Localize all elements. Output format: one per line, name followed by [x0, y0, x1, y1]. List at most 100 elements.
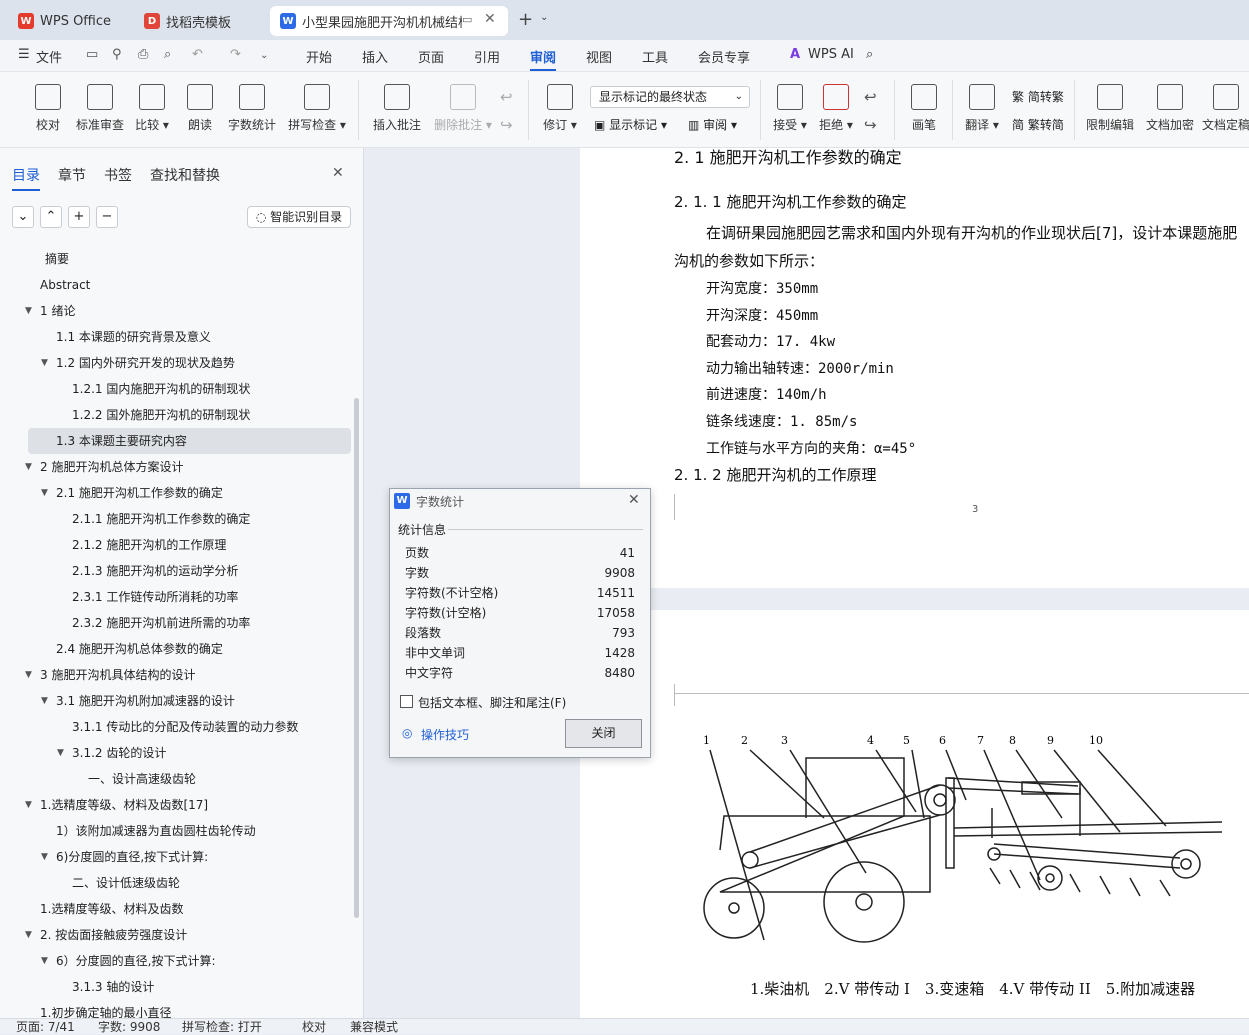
previous-comment-icon[interactable]: ↩	[500, 88, 513, 106]
delete-comment-button[interactable]: 删除批注 ▾	[432, 80, 494, 140]
toc-item[interactable]: Abstract	[0, 272, 352, 298]
track-changes-button[interactable]: 修订 ▾	[540, 80, 580, 140]
menu-insert[interactable]: 插入	[362, 47, 388, 66]
finalize-button[interactable]: 文档定稿	[1202, 80, 1249, 140]
toc-item[interactable]: 1.2.1 国内施肥开沟机的研制现状	[0, 376, 352, 402]
compare-button[interactable]: 比较 ▾	[132, 80, 172, 140]
expand-arrow-icon[interactable]: ▼	[41, 350, 48, 376]
toc-item[interactable]: 1.1 本课题的研究背景及意义	[0, 324, 352, 350]
monitor-icon[interactable]: ▭	[462, 13, 472, 26]
expand-arrow-icon[interactable]: ▼	[25, 298, 32, 324]
share-icon[interactable]: ⚲	[112, 47, 122, 62]
expand-arrow-icon[interactable]: ▼	[25, 922, 32, 948]
read-aloud-button[interactable]: 朗读	[180, 80, 220, 140]
toc-item[interactable]: 2.4 施肥开沟机总体参数的确定	[0, 636, 352, 662]
menu-view[interactable]: 视图	[586, 47, 612, 66]
toc-item[interactable]: ▼ 3.1 施肥开沟机附加减速器的设计	[0, 688, 352, 714]
print-icon[interactable]: ⎙	[138, 47, 148, 62]
menu-wps-ai[interactable]: WPS AI	[808, 47, 854, 62]
collapse-button[interactable]: ⌄	[12, 206, 34, 228]
toc-item[interactable]: 1）该附加减速器为直齿圆柱齿轮传动	[0, 818, 352, 844]
toc-item[interactable]: 2.1.2 施肥开沟机的工作原理	[0, 532, 352, 558]
toc-item[interactable]: ▼ 6）分度圆的直径,按下式计算:	[0, 948, 352, 974]
menu-references[interactable]: 引用	[474, 47, 500, 66]
tab-wps-office[interactable]: W WPS Office	[8, 6, 128, 36]
expand-arrow-icon[interactable]: ▼	[41, 948, 48, 974]
tips-link[interactable]: 操作技巧	[421, 726, 469, 743]
more-chevron-icon[interactable]: ⌄	[260, 50, 268, 61]
simp-to-trad-button[interactable]: 繁 简转繁	[1012, 88, 1064, 105]
search-icon[interactable]: ⌕	[866, 47, 873, 62]
redo-icon[interactable]: ↷	[230, 47, 241, 62]
translate-button[interactable]: 翻译 ▾	[962, 80, 1002, 140]
chevron-down-icon[interactable]: ⌄	[540, 12, 548, 23]
markup-mode-select[interactable]: 显示标记的最终状态 ⌄	[590, 86, 750, 108]
undo-icon[interactable]: ↶	[192, 47, 203, 62]
word-count-button[interactable]: 字数统计	[226, 80, 278, 140]
proof-indicator[interactable]: 校对	[302, 1019, 326, 1035]
toc-item[interactable]: ▼ 1.2 国内外研究开发的现状及趋势	[0, 350, 352, 376]
previous-change-icon[interactable]: ↩	[864, 88, 877, 106]
word-count-indicator[interactable]: 字数: 9908	[98, 1019, 160, 1035]
toc-item[interactable]: ▼ 3.1.2 齿轮的设计	[0, 740, 352, 766]
close-button[interactable]: 关闭	[565, 719, 642, 748]
restrict-edit-button[interactable]: 限制编辑	[1082, 80, 1138, 140]
encrypt-button[interactable]: 文档加密	[1142, 80, 1198, 140]
page-indicator[interactable]: 页面: 7/41	[16, 1019, 75, 1035]
expand-arrow-icon[interactable]: ▼	[57, 740, 64, 766]
tab-document[interactable]: W 小型果园施肥开沟机机械结构 ▭ ✕	[270, 6, 508, 36]
expand-arrow-icon[interactable]: ▼	[41, 688, 48, 714]
expand-arrow-icon[interactable]: ▼	[41, 844, 48, 870]
expand-arrow-icon[interactable]: ▼	[41, 480, 48, 506]
show-markup-button[interactable]: ▣ 显示标记 ▾	[594, 116, 667, 133]
toc-item[interactable]: 摘要	[0, 246, 352, 272]
insert-comment-button[interactable]: 插入批注	[370, 80, 424, 140]
toc-item[interactable]: 1.3 本课题主要研究内容	[28, 428, 351, 454]
toc-item[interactable]: 1.选精度等级、材料及齿数	[0, 896, 352, 922]
accept-button[interactable]: 接受 ▾	[770, 80, 810, 140]
close-icon[interactable]: ✕	[484, 11, 496, 27]
nav-tab-bookmarks[interactable]: 书签	[104, 165, 132, 185]
next-comment-icon[interactable]: ↪	[500, 116, 513, 134]
remove-heading-button[interactable]: −	[96, 206, 118, 228]
toc-item[interactable]: 2.3.1 工作链传动所消耗的功率	[0, 584, 352, 610]
menu-tools[interactable]: 工具	[642, 47, 668, 66]
toc-item[interactable]: 1.2.2 国外施肥开沟机的研制现状	[0, 402, 352, 428]
menu-review[interactable]: 审阅	[530, 47, 557, 71]
standard-review-button[interactable]: 标准审查	[74, 80, 126, 140]
nav-tab-find-replace[interactable]: 查找和替换	[150, 165, 220, 185]
toc-item[interactable]: 2.3.2 施肥开沟机前进所需的功率	[0, 610, 352, 636]
trad-to-simp-button[interactable]: 简 繁转简	[1012, 116, 1064, 133]
save-icon[interactable]: ▭	[86, 47, 98, 62]
toc-item[interactable]: ▼ 2. 按齿面接触疲劳强度设计	[0, 922, 352, 948]
close-icon[interactable]: ✕	[628, 492, 640, 508]
toc-item[interactable]: ▼ 1.选精度等级、材料及齿数[17]	[0, 792, 352, 818]
spell-check-button[interactable]: 拼写检查 ▾	[286, 80, 348, 140]
add-heading-button[interactable]: +	[68, 206, 90, 228]
expand-arrow-icon[interactable]: ▼	[25, 662, 32, 688]
toc-item[interactable]: 2.1.1 施肥开沟机工作参数的确定	[0, 506, 352, 532]
print-preview-icon[interactable]: ⌕	[164, 47, 171, 62]
toc-item[interactable]: ▼ 3 施肥开沟机具体结构的设计	[0, 662, 352, 688]
menu-file[interactable]: 文件	[36, 47, 62, 66]
toc-item[interactable]: 2.1.3 施肥开沟机的运动学分析	[0, 558, 352, 584]
toc-item[interactable]: ▼ 1 绪论	[0, 298, 352, 324]
toc-item[interactable]: ▼ 6)分度圆的直径,按下式计算:	[0, 844, 352, 870]
toc-item[interactable]: ▼ 2.1 施肥开沟机工作参数的确定	[0, 480, 352, 506]
toc-item[interactable]: ▼ 2 施肥开沟机总体方案设计	[0, 454, 352, 480]
nav-tab-toc[interactable]: 目录	[12, 165, 40, 191]
expand-arrow-icon[interactable]: ▼	[25, 454, 32, 480]
include-textbox-checkbox[interactable]	[400, 695, 413, 708]
toc-item[interactable]: 二、设计低速级齿轮	[0, 870, 352, 896]
scrollbar[interactable]	[354, 398, 359, 918]
menu-start[interactable]: 开始	[306, 47, 332, 66]
menu-page[interactable]: 页面	[418, 47, 444, 66]
toc-item[interactable]: 一、设计高速级齿轮	[0, 766, 352, 792]
nav-tab-sections[interactable]: 章节	[58, 165, 86, 185]
next-change-icon[interactable]: ↪	[864, 116, 877, 134]
toc-item[interactable]: 1.初步确定轴的最小直径	[0, 1000, 352, 1018]
smart-toc-button[interactable]: ◌ 智能识别目录	[247, 206, 351, 228]
pen-button[interactable]: 画笔	[904, 80, 944, 140]
hamburger-icon[interactable]: ☰	[18, 47, 30, 62]
review-pane-button[interactable]: ▥ 审阅 ▾	[688, 116, 737, 133]
